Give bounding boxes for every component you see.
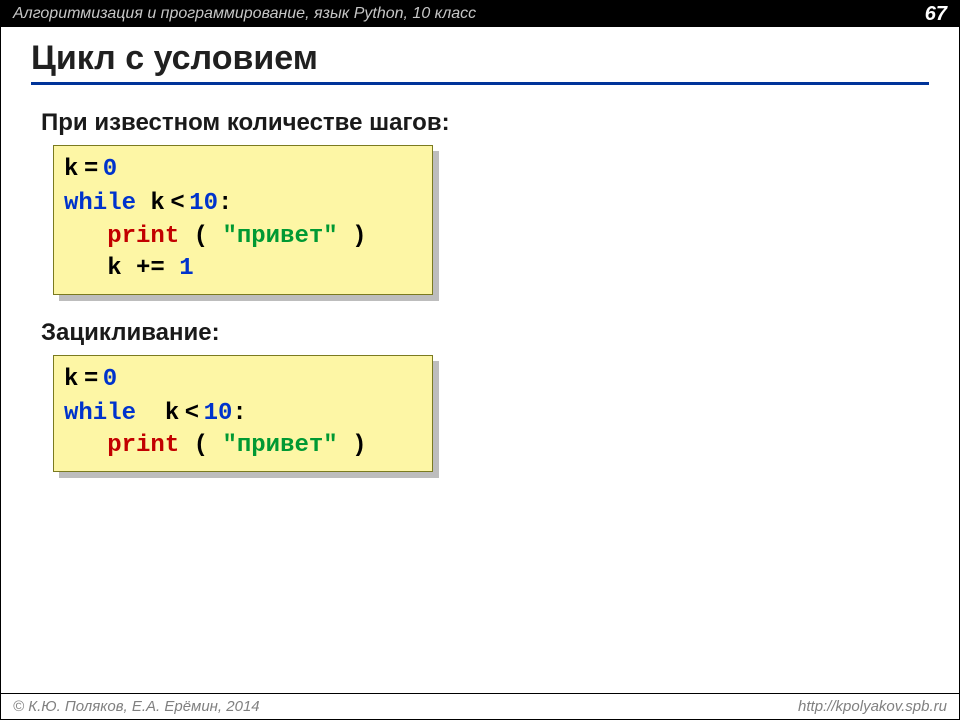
content-area: При известном количестве шагов: k = 0 wh… [1, 95, 959, 490]
title-underline [31, 82, 929, 85]
code-token: k [64, 366, 78, 393]
code-token [64, 432, 107, 459]
code-token: : [232, 400, 246, 427]
code-token: = [78, 364, 102, 391]
code-token: "привет" [222, 223, 337, 250]
code-token: ) [338, 223, 367, 250]
code-block-1: k = 0 while k < 10: print ( "привет" ) k… [53, 145, 433, 295]
code-token: 0 [103, 156, 117, 183]
page-number: 67 [925, 3, 947, 26]
code-box: k = 0 while k < 10: print ( "привет" ) [53, 355, 433, 472]
code-token: k [64, 156, 78, 183]
code-token: while [64, 400, 136, 427]
code-token: ) [338, 432, 367, 459]
code-token: print [107, 223, 179, 250]
code-token: 1 [179, 255, 193, 282]
header-subject: Алгоритмизация и программирование, язык … [13, 5, 476, 23]
title-block: Цикл с условием [31, 39, 929, 85]
section2-heading: Зацикливание: [41, 319, 919, 347]
code-token [64, 223, 107, 250]
code-token: 10 [204, 400, 233, 427]
code-token: = [78, 154, 102, 181]
code-token: while [64, 190, 136, 217]
code-token: 0 [103, 366, 117, 393]
footer-authors: К.Ю. Поляков, Е.А. Ерёмин, 2014 [24, 698, 260, 715]
code-token: "привет" [222, 432, 337, 459]
code-token: k [136, 190, 165, 217]
code-block-2: k = 0 while k < 10: print ( "привет" ) [53, 355, 433, 472]
slide-title: Цикл с условием [31, 39, 929, 82]
code-token: < [165, 188, 189, 215]
copyright-symbol: © [13, 698, 24, 715]
code-token: 10 [189, 190, 218, 217]
footer-copyright: © К.Ю. Поляков, Е.А. Ерёмин, 2014 [13, 698, 260, 715]
code-token: ( [179, 223, 222, 250]
footer-url: http://kpolyakov.spb.ru [798, 698, 947, 715]
header-bar: Алгоритмизация и программирование, язык … [1, 1, 959, 27]
code-token: < [179, 398, 203, 425]
code-token: ( [179, 432, 222, 459]
section1-heading: При известном количестве шагов: [41, 109, 919, 137]
code-box: k = 0 while k < 10: print ( "привет" ) k… [53, 145, 433, 295]
code-token: : [218, 190, 232, 217]
code-token: print [107, 432, 179, 459]
footer-bar: © К.Ю. Поляков, Е.А. Ерёмин, 2014 http:/… [1, 693, 959, 719]
code-token: k += [64, 255, 179, 282]
code-token: k [136, 400, 179, 427]
